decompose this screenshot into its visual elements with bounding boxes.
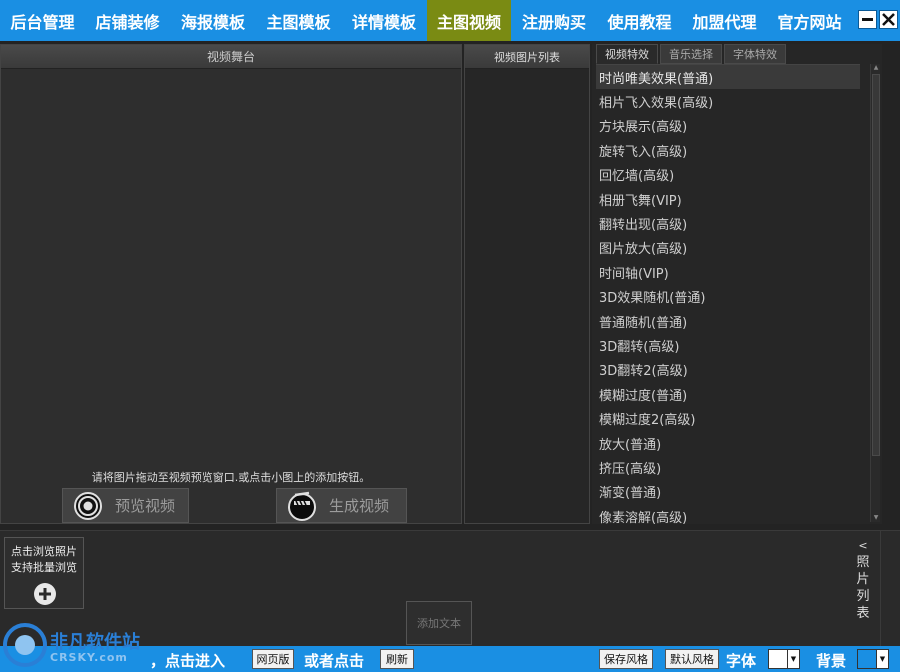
nav-item-main-image-template[interactable]: 主图模板	[256, 0, 341, 41]
effect-item[interactable]: 3D翻转(高级)	[596, 333, 860, 357]
photo-list-side-char: 照	[856, 555, 870, 570]
preview-video-label: 预览视频	[115, 497, 176, 515]
effects-panel: 视频特效 音乐选择 字体特效 时尚唯美效果(普通) 相片飞入效果(高级) 方块展示(…	[592, 44, 882, 524]
video-stage[interactable]: 视频舞台 请将图片拖动至视频预览窗口.或点击小图上的添加按钮。 预览视频 生成视…	[0, 44, 462, 524]
effects-tabs: 视频特效 音乐选择 字体特效	[592, 44, 882, 64]
effect-item[interactable]: 相片飞入效果(高级)	[596, 89, 860, 113]
effect-item[interactable]: 像素溶解(高级)	[596, 504, 860, 524]
tab-music-select[interactable]: 音乐选择	[660, 44, 722, 64]
background-label: 背景	[816, 652, 847, 670]
effect-item[interactable]: 图片放大(高级)	[596, 236, 860, 260]
crsky-logo-url: CRSKY.com	[50, 651, 128, 664]
record-icon	[74, 491, 102, 520]
generate-video-button[interactable]: 生成视频	[276, 488, 407, 523]
browse-photos-line1: 点击浏览照片	[11, 545, 77, 558]
generate-video-label: 生成视频	[329, 497, 390, 515]
minimize-icon	[862, 18, 873, 21]
browse-photos-button[interactable]: 点击浏览照片 支持批量浏览	[4, 537, 84, 609]
background-color-swatch	[858, 650, 876, 668]
effect-item[interactable]: 模糊过度2(高级)	[596, 406, 860, 430]
minimize-button[interactable]	[858, 10, 877, 29]
background-color-picker[interactable]: ▼	[857, 649, 889, 669]
clapperboard-icon	[288, 491, 316, 521]
preview-video-button[interactable]: 预览视频	[62, 488, 189, 523]
font-label: 字体	[726, 652, 757, 670]
nav-item-tutorial[interactable]: 使用教程	[597, 0, 682, 41]
strip-scrollbar[interactable]	[880, 531, 890, 647]
effect-item[interactable]: 渐变(普通)	[596, 480, 860, 504]
stage-hint: 请将图片拖动至视频预览窗口.或点击小图上的添加按钮。	[91, 471, 371, 484]
refresh-button[interactable]: 刷新	[380, 649, 414, 669]
nav-item-detail-template[interactable]: 详情模板	[341, 0, 427, 41]
effect-list-scrollbar[interactable]: ▲ ▼	[870, 64, 880, 522]
video-photo-list[interactable]: 视频图片列表	[464, 44, 590, 524]
add-text-button[interactable]: 添加文本	[406, 601, 472, 645]
effect-item[interactable]: 3D效果随机(普通)	[596, 285, 860, 309]
default-style-button[interactable]: 默认风格	[665, 649, 719, 669]
effect-item[interactable]: 普通随机(普通)	[596, 309, 860, 333]
photo-list-toggle[interactable]: < 照 片 列 表	[852, 537, 874, 622]
effect-item[interactable]: 相册飞舞(VIP)	[596, 187, 860, 211]
effect-item[interactable]: 模糊过度(普通)	[596, 382, 860, 406]
scroll-up-arrow-icon[interactable]: ▲	[871, 64, 881, 72]
close-icon	[882, 13, 895, 26]
close-button[interactable]	[879, 10, 898, 29]
font-color-swatch	[769, 650, 787, 668]
chevron-down-icon: ▼	[876, 650, 888, 668]
crsky-logo: 非凡软件站 CRSKY.com	[0, 614, 160, 670]
effect-item[interactable]: 翻转出现(高级)	[596, 211, 860, 235]
photo-list-side-char: 列	[856, 589, 870, 604]
chevron-down-icon: ▼	[787, 650, 799, 668]
add-icon[interactable]	[34, 583, 56, 605]
save-style-button[interactable]: 保存风格	[599, 649, 653, 669]
font-color-picker[interactable]: ▼	[768, 649, 800, 669]
effect-item[interactable]: 方块展示(高级)	[596, 114, 860, 138]
effect-item[interactable]: 挤压(高级)	[596, 455, 860, 479]
nav-item-poster-template[interactable]: 海报模板	[170, 0, 256, 41]
nav-item-admin[interactable]: 后台管理	[0, 0, 85, 41]
tab-font-effects[interactable]: 字体特效	[724, 44, 786, 64]
crsky-logo-icon	[3, 623, 47, 667]
or-click-text: 或者点击	[304, 652, 365, 670]
effect-item[interactable]: 3D翻转2(高级)	[596, 358, 860, 382]
enter-text: ，点击进入	[150, 652, 226, 670]
chevron-left-icon: <	[858, 539, 868, 552]
effect-item[interactable]: 时尚唯美效果(普通)	[596, 65, 860, 90]
browse-photos-line2: 支持批量浏览	[11, 561, 77, 574]
web-version-button[interactable]: 网页版	[252, 649, 294, 669]
stage-title: 视频舞台	[1, 45, 461, 69]
scroll-thumb[interactable]	[872, 74, 880, 456]
effect-item[interactable]: 回忆墙(高级)	[596, 163, 860, 187]
nav-item-join-agent[interactable]: 加盟代理	[682, 0, 767, 41]
effect-item[interactable]: 旋转飞入(高级)	[596, 138, 860, 162]
app-window: 后台管理 店铺装修 海报模板 主图模板 详情模板 主图视频 注册购买 使用教程 …	[0, 0, 900, 672]
nav-item-shop-decor[interactable]: 店铺装修	[85, 0, 170, 41]
effect-item[interactable]: 放大(普通)	[596, 431, 860, 455]
photo-list-side-char: 片	[856, 572, 870, 587]
nav-item-official-site[interactable]: 官方网站	[767, 0, 852, 41]
video-photo-list-title: 视频图片列表	[465, 45, 589, 69]
tab-video-effects[interactable]: 视频特效	[596, 44, 658, 64]
effect-item[interactable]: 时间轴(VIP)	[596, 260, 860, 284]
top-nav: 后台管理 店铺装修 海报模板 主图模板 详情模板 主图视频 注册购买 使用教程 …	[0, 0, 900, 41]
scroll-down-arrow-icon[interactable]: ▼	[871, 514, 881, 522]
nav-item-register-buy[interactable]: 注册购买	[511, 0, 597, 41]
photo-list-side-char: 表	[856, 606, 870, 621]
nav-item-main-video[interactable]: 主图视频	[427, 0, 511, 41]
effect-list: 时尚唯美效果(普通) 相片飞入效果(高级) 方块展示(高级) 旋转飞入(高级) 回忆墙(…	[596, 64, 860, 524]
